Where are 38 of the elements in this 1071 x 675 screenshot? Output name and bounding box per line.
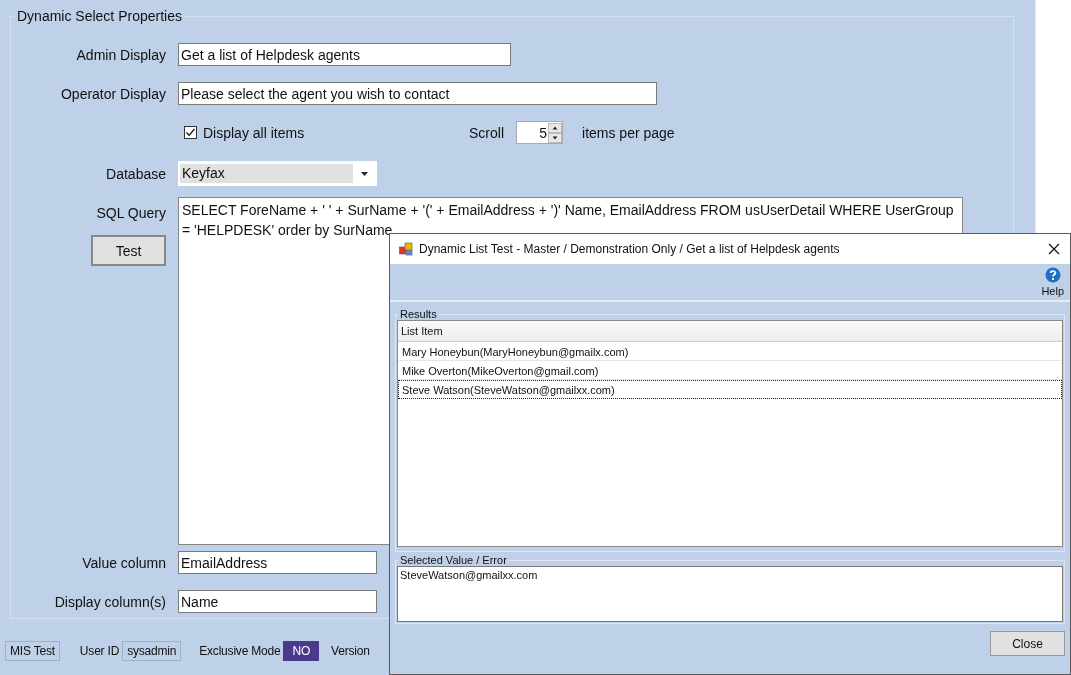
site-name: MIS Test bbox=[5, 641, 60, 661]
checkbox-label: Display all items bbox=[203, 124, 306, 141]
exclusive-mode-label: Exclusive Mode bbox=[199, 643, 281, 660]
field-label: Database bbox=[105, 165, 166, 182]
operator-display-field[interactable]: Please select the agent you wish to contact bbox=[178, 82, 657, 105]
results-label: Results bbox=[399, 308, 438, 320]
checkbox[interactable] bbox=[184, 126, 197, 139]
field-label: Admin Display bbox=[75, 46, 166, 63]
items-per-page-label: items per page bbox=[582, 124, 675, 141]
display-columns-field[interactable]: Name bbox=[178, 590, 377, 613]
scroll-spinner[interactable]: 5 bbox=[516, 121, 563, 144]
user-id: sysadmin bbox=[122, 641, 182, 661]
field-label: Value column bbox=[81, 554, 166, 571]
close-button[interactable]: Close bbox=[990, 631, 1065, 656]
value-column-field[interactable]: EmailAddress bbox=[178, 551, 377, 574]
scroll-label: Scroll bbox=[469, 124, 504, 141]
list-item[interactable]: Mike Overton(MikeOverton@gmail.com) bbox=[398, 361, 1062, 380]
field-label: SQL Query bbox=[95, 205, 166, 221]
user-id-label: User ID bbox=[79, 643, 120, 660]
column-header[interactable]: List Item bbox=[398, 321, 1062, 342]
version-label: Version bbox=[331, 643, 370, 660]
group-title: Dynamic Select Properties bbox=[16, 8, 183, 24]
selected-value-label: Selected Value / Error bbox=[399, 554, 508, 566]
exclusive-mode-badge: NO bbox=[283, 641, 320, 661]
help-icon[interactable] bbox=[1044, 267, 1061, 283]
admin-display-field[interactable]: Get a list of Helpdesk agents bbox=[178, 43, 511, 66]
caret-icon[interactable] bbox=[361, 171, 368, 176]
dialog-title: Dynamic List Test - Master / Demonstration Only / Get a list of Helpdesk agents bbox=[419, 242, 841, 256]
help-button[interactable]: Help bbox=[1035, 264, 1070, 300]
test-button[interactable]: Test bbox=[91, 235, 166, 266]
database-dropdown[interactable]: Keyfax bbox=[178, 161, 377, 186]
selected-value-field[interactable]: SteveWatson@gmailxx.com bbox=[397, 566, 1063, 622]
list-item[interactable]: Mary Honeybun(MaryHoneybun@gmailx.com) bbox=[398, 342, 1062, 361]
close-icon[interactable] bbox=[1048, 243, 1060, 255]
list-item[interactable]: Steve Watson(SteveWatson@gmailxx.com) bbox=[398, 380, 1062, 399]
field-label: Display column(s) bbox=[53, 593, 166, 610]
field-label: Operator Display bbox=[59, 85, 166, 102]
app-icon bbox=[399, 242, 413, 256]
